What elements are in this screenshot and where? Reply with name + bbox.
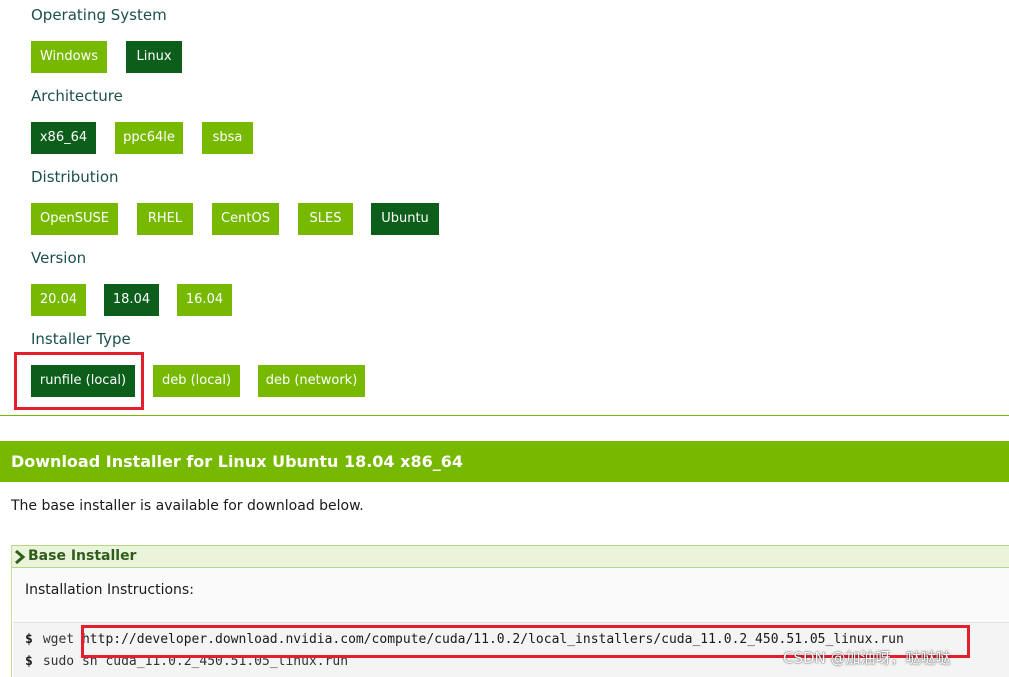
installer-option-deb-network[interactable]: deb (network) [258, 365, 365, 397]
distribution-label: Distribution [31, 168, 119, 186]
csdn-watermark: CSDN @加油呀，哒哒哒 [783, 649, 951, 667]
distro-option-centos[interactable]: CentOS [212, 203, 279, 235]
version-option-20-04[interactable]: 20.04 [31, 284, 86, 316]
shell-prompt: $ [25, 654, 33, 669]
version-label: Version [31, 249, 87, 267]
os-label: Operating System [31, 6, 167, 24]
base-installer-title: Base Installer [28, 548, 137, 564]
os-option-linux[interactable]: Linux [126, 41, 182, 73]
installer-type-label: Installer Type [31, 330, 131, 348]
arch-option-x86-64[interactable]: x86_64 [31, 122, 96, 154]
distro-option-rhel[interactable]: RHEL [137, 203, 193, 235]
instructions-label: Installation Instructions: [25, 582, 194, 598]
base-installer-info: The base installer is available for down… [11, 498, 364, 514]
base-installer-header[interactable]: Base Installer [12, 545, 1009, 568]
command-wget: wget [42, 632, 75, 647]
download-banner: Download Installer for Linux Ubuntu 18.0… [0, 441, 1009, 482]
section-divider [0, 415, 1009, 416]
arch-option-ppc64le[interactable]: ppc64le [115, 122, 183, 154]
chevron-right-icon[interactable] [14, 549, 26, 565]
distro-option-ubuntu[interactable]: Ubuntu [371, 203, 439, 235]
shell-prompt: $ [25, 632, 33, 647]
os-option-windows[interactable]: Windows [31, 41, 107, 73]
arch-option-sbsa[interactable]: sbsa [202, 122, 253, 154]
distro-option-sles[interactable]: SLES [298, 203, 353, 235]
instructions-area: Installation Instructions: [13, 568, 1009, 623]
version-option-16-04[interactable]: 16.04 [177, 284, 232, 316]
version-option-18-04[interactable]: 18.04 [104, 284, 159, 316]
installer-option-deb-local[interactable]: deb (local) [153, 365, 240, 397]
cuda-download-page: Operating System Windows Linux Architect… [0, 0, 1009, 677]
runfile-highlight-box [14, 352, 144, 410]
download-title: Download Installer for Linux Ubuntu 18.0… [11, 452, 463, 471]
distro-option-opensuse[interactable]: OpenSUSE [31, 203, 118, 235]
architecture-label: Architecture [31, 87, 123, 105]
